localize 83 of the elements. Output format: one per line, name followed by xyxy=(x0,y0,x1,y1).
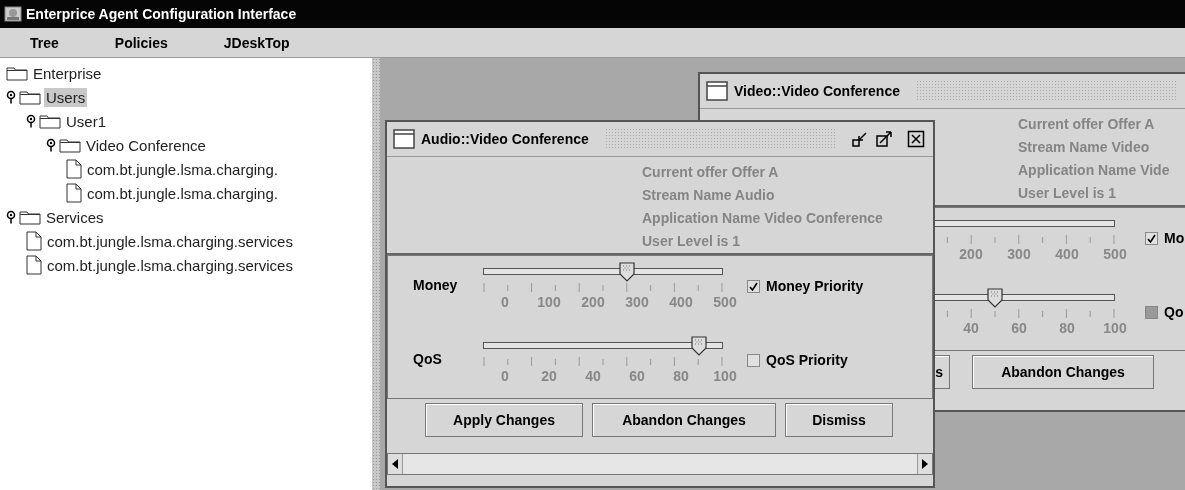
node-label[interactable]: com.bt.jungle.lsma.charging.services xyxy=(45,255,295,275)
folder-icon xyxy=(19,89,41,105)
tick-label: 100 xyxy=(536,294,562,310)
tick-label: 400 xyxy=(668,294,694,310)
tick-label: 60 xyxy=(1010,320,1028,336)
button[interactable]: Abandon Changes xyxy=(972,355,1154,389)
tick-label: 400 xyxy=(1054,246,1080,262)
slider-label: QoS xyxy=(413,351,442,367)
node-label[interactable]: com.bt.jungle.lsma.charging. xyxy=(85,183,280,203)
window-title-bar[interactable]: Video::Video Conference xyxy=(700,74,1185,109)
window-title: Enterprice Agent Configuration Interface xyxy=(26,6,297,22)
folder-icon xyxy=(6,65,28,81)
node-label[interactable]: User1 xyxy=(64,111,108,131)
node-label[interactable]: com.bt.jungle.lsma.charging. xyxy=(85,159,280,179)
tick-label: 40 xyxy=(962,320,980,336)
horizontal-scrollbar[interactable] xyxy=(387,453,933,475)
folder-icon xyxy=(19,209,41,225)
node-label[interactable]: Enterprise xyxy=(31,63,104,83)
expander-icon[interactable] xyxy=(26,114,36,128)
tick-label: 500 xyxy=(712,294,738,310)
slider-thumb[interactable] xyxy=(691,336,707,356)
folder-icon xyxy=(59,137,81,153)
file-icon xyxy=(66,183,82,203)
slider-thumb[interactable] xyxy=(987,288,1003,308)
node-label[interactable]: com.bt.jungle.lsma.charging.services xyxy=(45,231,295,251)
window-title: Audio::Video Conference xyxy=(421,131,589,147)
info-text: Application Name Video Conference xyxy=(642,209,884,228)
tick-label: 60 xyxy=(628,368,646,384)
tick-label: 0 xyxy=(500,368,510,384)
node-label[interactable]: Users xyxy=(44,87,88,107)
node-label[interactable]: Video Conference xyxy=(84,135,208,155)
app-icon xyxy=(4,5,22,23)
tick-label: 80 xyxy=(1058,320,1076,336)
node-label[interactable]: Services xyxy=(44,207,106,227)
close-icon[interactable] xyxy=(907,130,925,148)
info-text: User Level is 1 xyxy=(642,232,742,251)
window-icon xyxy=(706,81,728,101)
tick-label: 300 xyxy=(624,294,650,310)
checkbox[interactable] xyxy=(747,279,760,293)
tick-label: 0 xyxy=(500,294,510,310)
tick-label: 500 xyxy=(1102,246,1128,262)
checkbox[interactable] xyxy=(1145,231,1158,245)
tick-label: 300 xyxy=(1006,246,1032,262)
window-icon xyxy=(393,129,415,149)
menu-item[interactable]: Policies xyxy=(106,34,176,51)
tick-label: 200 xyxy=(580,294,606,310)
window-title-bar[interactable]: Audio::Video Conference xyxy=(387,122,933,157)
file-icon xyxy=(26,255,42,275)
menu-item[interactable]: JDeskTop xyxy=(215,34,298,51)
expander-icon[interactable] xyxy=(6,210,16,224)
tick-label: 200 xyxy=(958,246,984,262)
maximize-icon[interactable] xyxy=(875,130,893,148)
info-text: User Level is 1 xyxy=(1018,184,1118,203)
info-text: Application Name Vide xyxy=(1018,161,1171,180)
checkbox-label: Mo xyxy=(1164,230,1185,246)
menu-item[interactable]: Tree xyxy=(22,34,67,51)
checkbox-label: QoS Priority xyxy=(766,352,848,368)
button[interactable]: Apply Changes xyxy=(425,403,583,437)
info-text: Current offer Offer A xyxy=(1018,115,1156,134)
expander-icon[interactable] xyxy=(6,90,16,104)
tick-label: 100 xyxy=(712,368,738,384)
tick-label: 100 xyxy=(1102,320,1128,336)
checkbox-label: Qo xyxy=(1164,304,1184,320)
tick-label: 20 xyxy=(540,368,558,384)
checkbox[interactable] xyxy=(747,353,760,367)
window-title: Video::Video Conference xyxy=(734,83,900,99)
file-icon xyxy=(66,159,82,179)
file-icon xyxy=(26,231,42,251)
check-icon xyxy=(1147,233,1156,243)
expander-icon[interactable] xyxy=(46,138,56,152)
slider-label: Money xyxy=(413,277,458,293)
info-text: Stream Name Audio xyxy=(642,186,776,205)
tick-label: 40 xyxy=(584,368,602,384)
tick-label: 80 xyxy=(672,368,690,384)
info-text: Current offer Offer A xyxy=(642,163,780,182)
check-icon xyxy=(749,281,758,291)
button[interactable]: Dismiss xyxy=(785,403,893,437)
info-text: Stream Name Video xyxy=(1018,138,1151,157)
folder-icon xyxy=(39,113,61,129)
slider-thumb[interactable] xyxy=(619,262,635,282)
checkbox-label: Money Priority xyxy=(766,278,864,294)
button[interactable]: Abandon Changes xyxy=(592,403,776,437)
minimize-icon[interactable] xyxy=(851,130,869,148)
